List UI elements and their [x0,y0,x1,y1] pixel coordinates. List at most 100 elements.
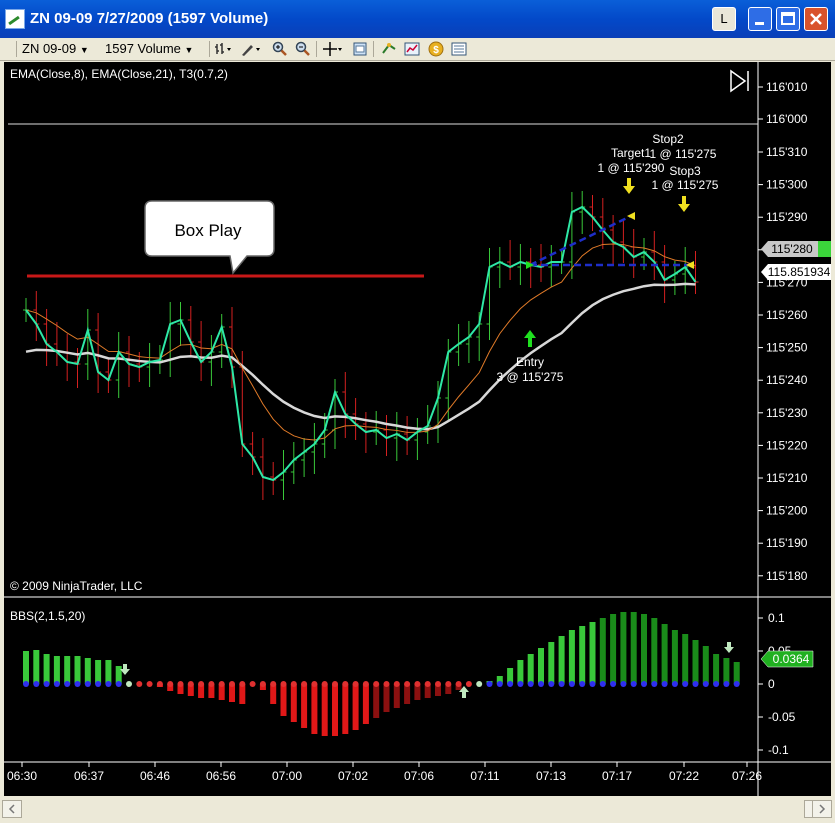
maximize-button[interactable] [776,7,800,31]
bbs-bar [74,656,81,684]
bbs-bar [362,684,369,724]
price-bar [280,450,287,500]
bbs-dot [270,681,277,687]
bbs-dot [465,681,472,687]
bbs-dot [424,681,431,687]
price-bar [64,334,71,381]
bbs-dot [723,681,730,687]
bbs-tick-label: -0.1 [768,743,789,757]
expand-panel-icon[interactable] [730,69,749,93]
bbs-dot [218,681,225,687]
y-tick-label: 115'180 [766,569,808,583]
bbs-dot [517,681,524,687]
y-tick-label: 115'260 [766,308,808,322]
bbs-bar [733,662,740,684]
bbs-dot [568,681,575,687]
bbs-bar [723,658,730,684]
y-tick-label: 115'210 [766,471,808,485]
x-tick-label: 07:02 [338,769,368,783]
bbs-bar [23,651,29,684]
bbs-dot [548,681,555,687]
bbs-dot [249,681,256,687]
bbs-bar [589,622,596,684]
price-bar [311,423,318,474]
bbs-dot [311,681,318,687]
chevron-down-icon: ▼ [79,45,89,55]
bbs-bar [702,646,709,684]
bbs-bar [620,612,627,684]
strategies-icon[interactable] [381,41,397,57]
price-bar [579,191,586,234]
crosshair-icon[interactable] [322,41,342,57]
bbs-bar [342,684,349,734]
price-bar [486,248,493,340]
price-bar [414,418,421,460]
chart-svg[interactable]: EMA(Close,8), EMA(Close,21), T3(0.7,2) ©… [4,62,831,796]
horizontal-scrollbar[interactable] [0,796,835,820]
y-tick-label: 115'230 [766,406,808,420]
stop2-qty: 1 @ 115'275 [650,147,717,161]
bbs-dot [115,681,122,687]
price-bar [301,438,308,477]
window-title: ZN 09-09 7/27/2009 (1597 Volume) [30,10,269,27]
bbs-bar [105,660,112,684]
price-bar [651,231,658,280]
instrument-label: ZN 09-09 [22,41,77,56]
bar-type-icon[interactable] [214,41,231,57]
x-tick-label: 06:30 [7,769,37,783]
target-marker-icon [627,212,635,220]
bbs-dot [198,681,205,687]
indicators-icon[interactable] [404,41,420,57]
y-tick-label: 116'000 [766,112,808,126]
bbs-dot [187,681,194,687]
instrument-selector[interactable]: ZN 09-09 ▼ [22,41,89,56]
bbs-value-text: 0.0364 [773,652,810,666]
bbs-bar [321,684,328,736]
bbs-dot [671,681,678,687]
scroll-left-button[interactable] [2,800,22,818]
bbs-label: BBS(2,1.5,20) [10,609,85,623]
price-bar [84,309,91,380]
bbs-bar [599,618,606,684]
app-icon [5,9,25,29]
bbs-tick-label: 0 [768,677,775,691]
zoom-out-icon[interactable] [295,41,311,57]
drawing-tool-icon[interactable] [240,41,260,57]
y-tick-label: 115'220 [766,438,808,452]
y-tick-label: 115'310 [766,145,808,159]
bbs-dot [579,681,586,687]
properties-icon[interactable] [352,41,368,57]
bbs-bar [682,634,689,684]
data-box-icon[interactable] [451,41,467,57]
bbs-dot [64,681,71,687]
interval-selector[interactable]: 1597 Volume ▼ [105,41,193,56]
price-bar [218,314,225,368]
zoom-in-icon[interactable] [272,41,288,57]
price-bar [538,244,544,282]
bbs-bar [393,684,400,708]
bbs-bar [651,618,658,684]
close-button[interactable] [804,7,828,31]
price-bar [167,302,174,377]
entry-label: Entry [516,355,544,369]
link-button[interactable]: L [712,7,736,31]
bbs-dot [620,681,627,687]
bbs-bar [610,614,617,684]
price-marker: 115'280 [761,241,831,257]
minimize-button[interactable] [748,7,772,31]
y-tick-label: 115'190 [766,536,808,550]
price-bar [332,379,338,449]
bbs-bar [538,648,544,684]
scroll-right-button[interactable] [812,800,832,818]
ninja-score-icon[interactable]: $ [428,41,444,57]
bbs-dot [641,681,647,687]
bbs-dot [33,681,40,687]
chart-canvas[interactable]: EMA(Close,8), EMA(Close,21), T3(0.7,2) ©… [4,62,831,796]
bbs-bar [713,654,720,684]
bbs-dot [362,681,369,687]
bbs-bar [558,636,565,684]
x-tick-label: 07:06 [404,769,434,783]
y-tick-label: 115'250 [766,341,808,355]
bbs-dot [136,681,143,687]
bbs-dot [558,681,565,687]
